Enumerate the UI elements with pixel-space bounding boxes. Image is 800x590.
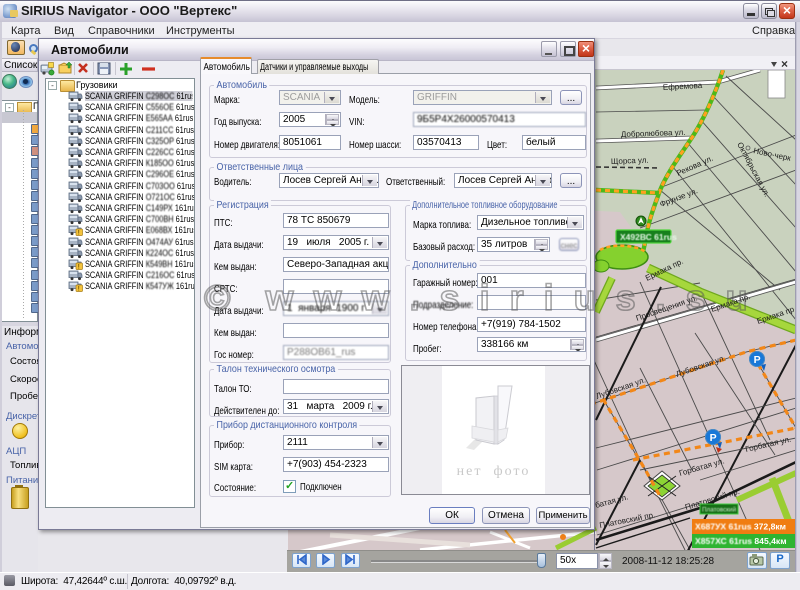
svg-text:!: ! bbox=[78, 286, 80, 292]
svg-text:P: P bbox=[710, 432, 717, 444]
svg-text:Х857ХС 61rus 845,4км: Х857ХС 61rus 845,4км bbox=[695, 536, 787, 546]
svg-text:Х492ВС 61rus: Х492ВС 61rus bbox=[620, 232, 677, 242]
svg-text:Платовский: Платовский bbox=[702, 506, 737, 514]
svg-text:Щорса ул.: Щорса ул. bbox=[611, 156, 649, 166]
svg-text:Х687УХ 61rus 372,8км: Х687УХ 61rus 372,8км bbox=[695, 522, 786, 532]
svg-text:P: P bbox=[754, 354, 761, 366]
svg-text:!: ! bbox=[78, 230, 80, 236]
svg-text:!: ! bbox=[78, 264, 80, 270]
